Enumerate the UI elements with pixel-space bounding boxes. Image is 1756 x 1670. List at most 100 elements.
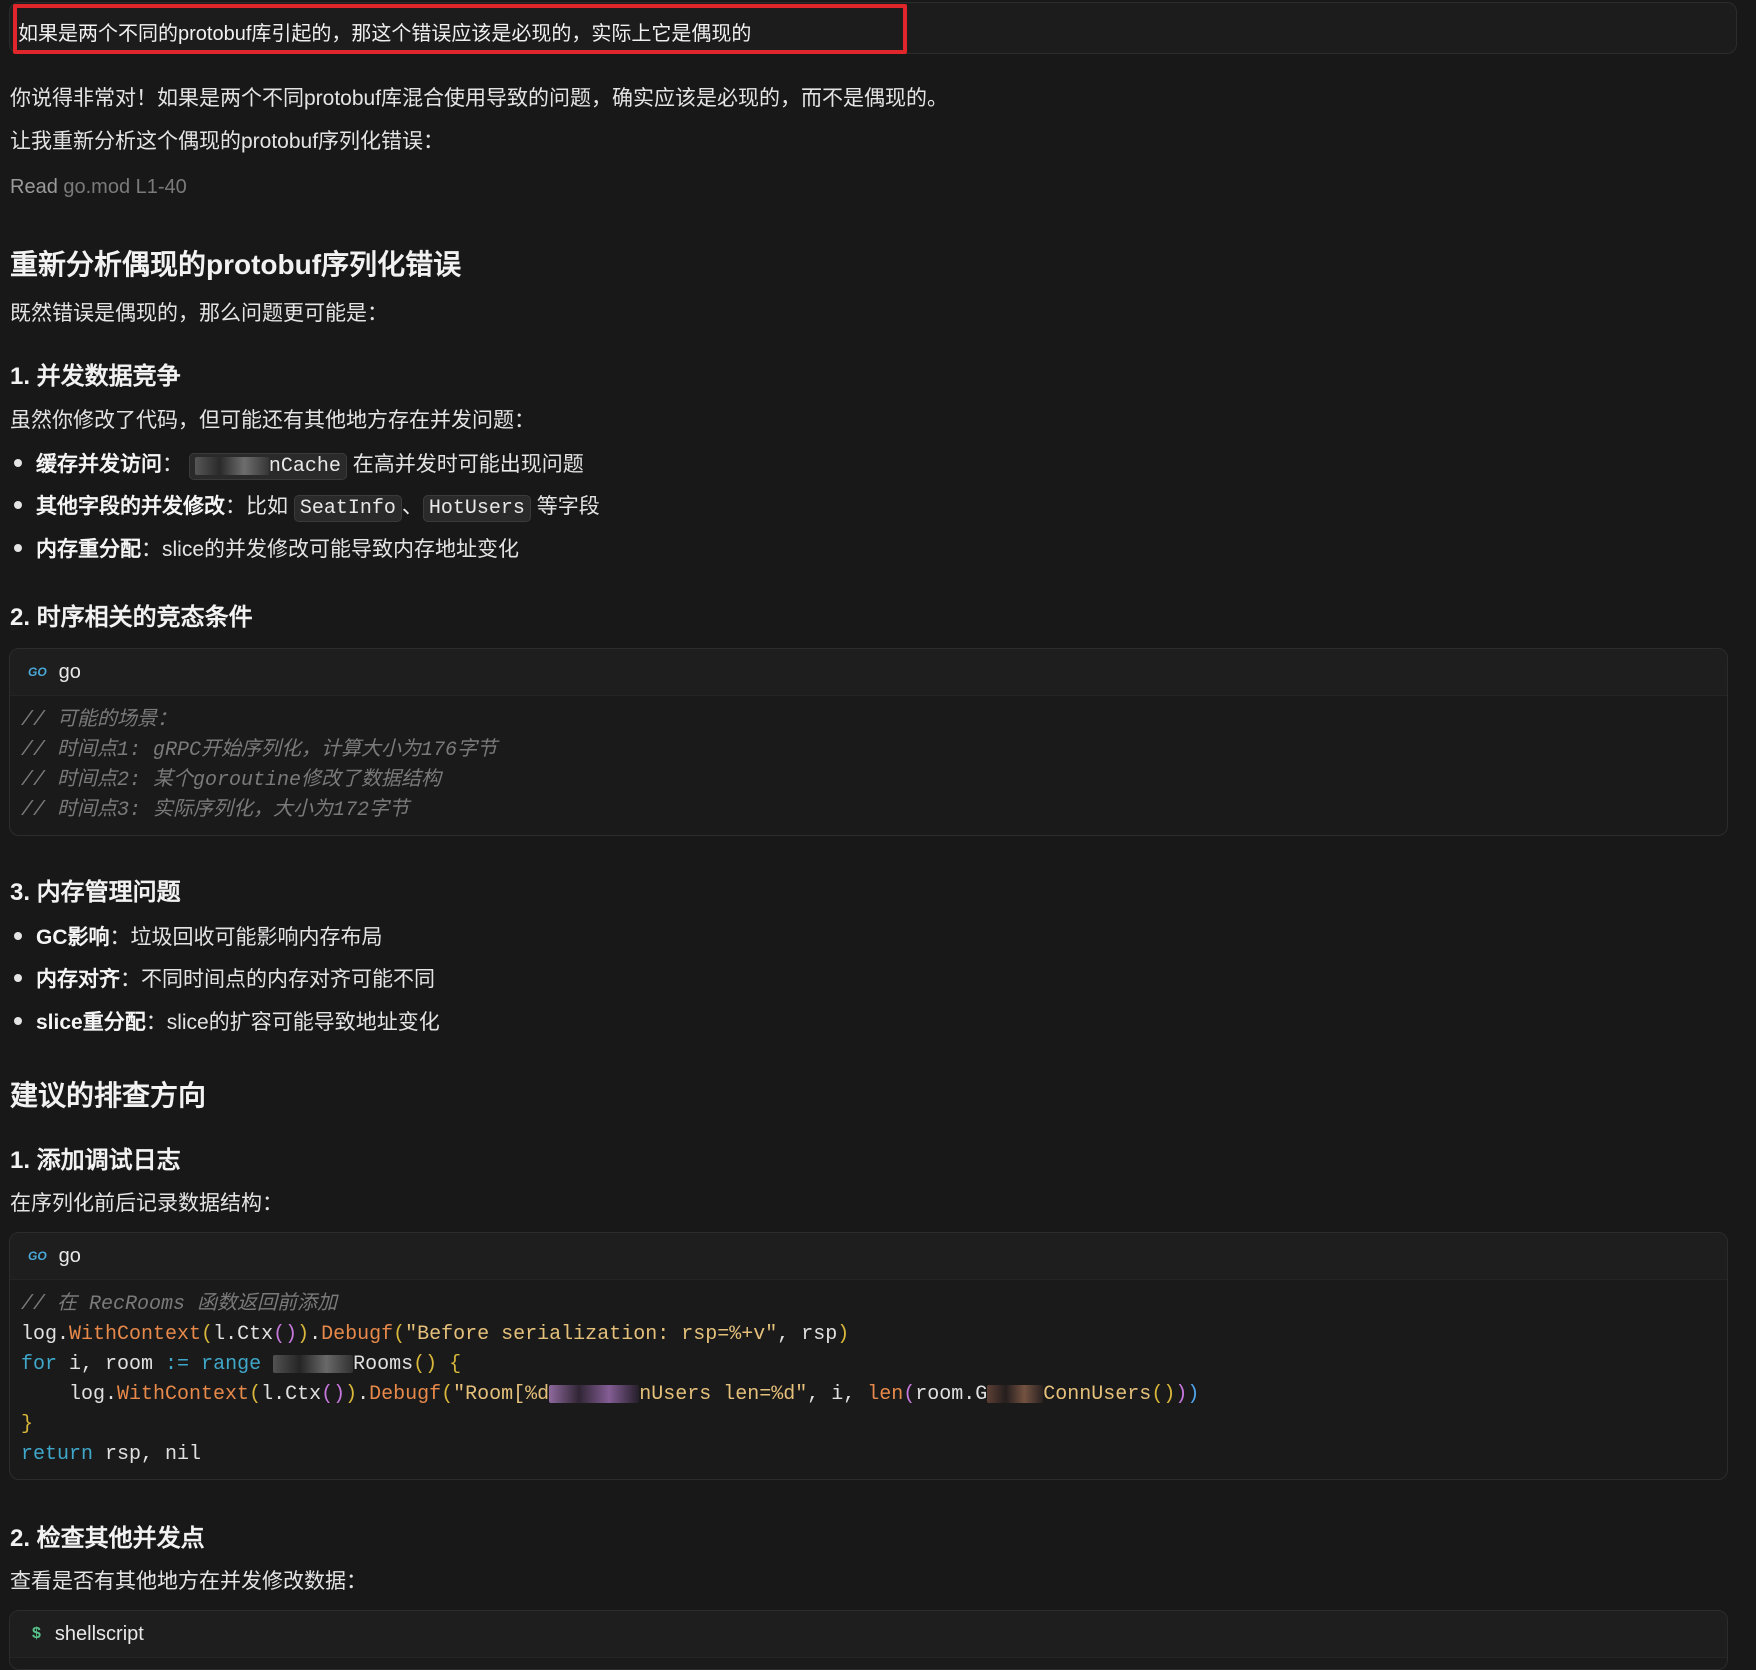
code-keyword: range [189,1353,274,1376]
suggest2-intro: 查看是否有其他地方在并发修改数据： [10,1570,367,1593]
list-item: slice重分配：slice的扩容可能导致地址变化 [14,1006,440,1036]
list-item-bold: 内存重分配 [36,538,141,561]
response-paragraph-1: 你说得非常对！如果是两个不同protobuf库混合使用导致的问题，确实应该是必现… [10,87,949,110]
list-item-sep: ： [120,968,141,991]
code-token: } [21,1413,34,1436]
bullet-icon [14,459,22,468]
code-token: := [165,1353,190,1376]
code-block-go-2: GO go // 在 RecRooms 函数返回前添加 log.WithCont… [9,1232,1728,1480]
code-token: log. [21,1323,70,1346]
list-item-rest: 在高并发时可能出现问题 [346,453,584,476]
code-string: "Room[%d [453,1383,550,1406]
code-string: nUsers len=%d" [639,1383,808,1406]
user-message-bubble: 如果是两个不同的protobuf库引起的，那这个错误应该是必现的，实际上它是偶现… [9,2,1737,54]
section1-title: 1. 并发数据竞争 [10,363,181,390]
code-token: Rooms [353,1353,414,1376]
suggest1-intro: 在序列化前后记录数据结构： [10,1192,283,1215]
go-icon: GO [28,1249,47,1263]
redacted-block [987,1384,1044,1403]
inline-code-cache: nCache [188,453,347,480]
inline-code-hotusers: HotUsers [422,495,531,522]
response-paragraph-3: 既然错误是偶现的，那么问题更可能是： [10,302,388,325]
list-item: 缓存并发访问： nCache 在高并发时可能出现问题 [14,448,584,480]
heading-suggest: 建议的排查方向 [10,1080,207,1111]
list-item: 内存对齐：不同时间点的内存对齐可能不同 [14,963,435,993]
list-item-bold: 缓存并发访问 [36,453,162,476]
redacted-block [273,1354,354,1373]
code-token: room.G [915,1383,988,1406]
code-token: WithContext [69,1323,202,1346]
code-token: len [867,1383,904,1406]
list-item: 内存重分配：slice的并发修改可能导致内存地址变化 [14,533,519,563]
code-keyword: return [21,1443,94,1466]
code-block-header: GO go [10,1233,1727,1280]
code-lang-label: shellscript [54,1622,144,1645]
code-line: // 时间点2: 某个goroutine修改了数据结构 [21,769,442,792]
list-item-rest: 垃圾回收可能影响内存布局 [130,926,383,949]
list-item: 其他字段的并发修改：比如 SeatInfo、 HotUsers 等字段 [14,490,600,522]
code-block-shell: $ shellscript [9,1610,1728,1670]
list-item-rest: slice的并发修改可能导致内存地址变化 [162,538,520,561]
terminal-icon: $ [32,1625,41,1642]
bullet-icon [14,1017,22,1026]
suggest1-title: 1. 添加调试日志 [10,1147,181,1174]
list-item-bold: GC影响 [36,926,110,949]
code-line: // 时间点3: 实际序列化，大小为172字节 [21,799,410,822]
list-item-sep: ： [141,538,162,561]
list-item-bold: 内存对齐 [36,968,120,991]
bullet-icon [14,974,22,983]
code-token: ConnUsers [1043,1383,1152,1406]
code-content: // 在 RecRooms 函数返回前添加 log.WithContext(l.… [21,1293,1200,1466]
code-block-header: $ shellscript [10,1611,1727,1658]
list-item-sep: ： [225,495,246,518]
code-string: "Before serialization: rsp=%+v" [405,1323,778,1346]
list-item-rest: 不同时间点的内存对齐可能不同 [141,968,435,991]
code-line: // 可能的场景： [21,709,178,732]
list-item-pre: 比如 [246,495,294,518]
code-token: Debugf [321,1323,394,1346]
list-item-rest: 等字段 [530,495,600,518]
code-token: WithContext [117,1383,250,1406]
go-icon: GO [28,665,47,679]
code-keyword: for [21,1353,58,1376]
code-token: i, room [57,1353,166,1376]
code-token: , rsp [777,1323,838,1346]
list-item-bold: slice重分配 [36,1011,146,1034]
code-token: { [449,1353,462,1376]
list-item-sep: ： [162,453,183,476]
inline-code-seatinfo: SeatInfo [293,495,402,522]
code-token: Debugf [369,1383,442,1406]
suggest2-title: 2. 检查其他并发点 [10,1525,205,1552]
section2-title: 2. 时序相关的竞态条件 [10,604,253,631]
code-token: l.Ctx [261,1383,322,1406]
list-item-sep: ： [109,926,131,949]
user-message-text: 如果是两个不同的protobuf库引起的，那这个错误应该是必现的，实际上它是偶现… [18,23,752,45]
inline-code-text: nCache [268,455,341,478]
code-comment: // 在 RecRooms 函数返回前添加 [21,1293,338,1316]
code-token: rsp, nil [93,1443,202,1466]
bullet-icon [14,501,22,510]
code-block-header: GO go [10,649,1727,696]
bullet-icon [14,932,22,941]
list-item: GC影响：垃圾回收可能影响内存布局 [14,921,383,951]
code-token: l.Ctx [213,1323,274,1346]
list-item-bold: 其他字段的并发修改 [36,495,225,518]
code-content: // 可能的场景： // 时间点1: gRPC开始序列化，计算大小为176字节 … [10,696,1727,826]
code-lang-label: go [58,660,81,683]
code-token: log. [69,1383,118,1406]
list-item-mid: 、 [401,495,423,518]
list-item-sep: ： [145,1011,167,1034]
code-block-go-1: GO go // 可能的场景： // 时间点1: gRPC开始序列化，计算大小为… [9,648,1728,836]
code-token: () [413,1353,450,1376]
code-token: , i, [807,1383,868,1406]
tool-read-target[interactable]: go.mod L1-40 [63,176,186,198]
redacted-block [549,1384,640,1403]
section3-title: 3. 内存管理问题 [10,879,181,906]
heading-main: 重新分析偶现的protobuf序列化错误 [10,249,462,280]
tool-read-entry[interactable]: Read go.mod L1-40 [10,176,187,199]
code-line: // 时间点1: gRPC开始序列化，计算大小为176字节 [21,739,498,762]
response-paragraph-2: 让我重新分析这个偶现的protobuf序列化错误： [10,130,445,153]
code-lang-label: go [58,1244,81,1267]
redacted-block [194,456,269,475]
list-item-rest: slice的扩容可能导致地址变化 [166,1011,440,1034]
